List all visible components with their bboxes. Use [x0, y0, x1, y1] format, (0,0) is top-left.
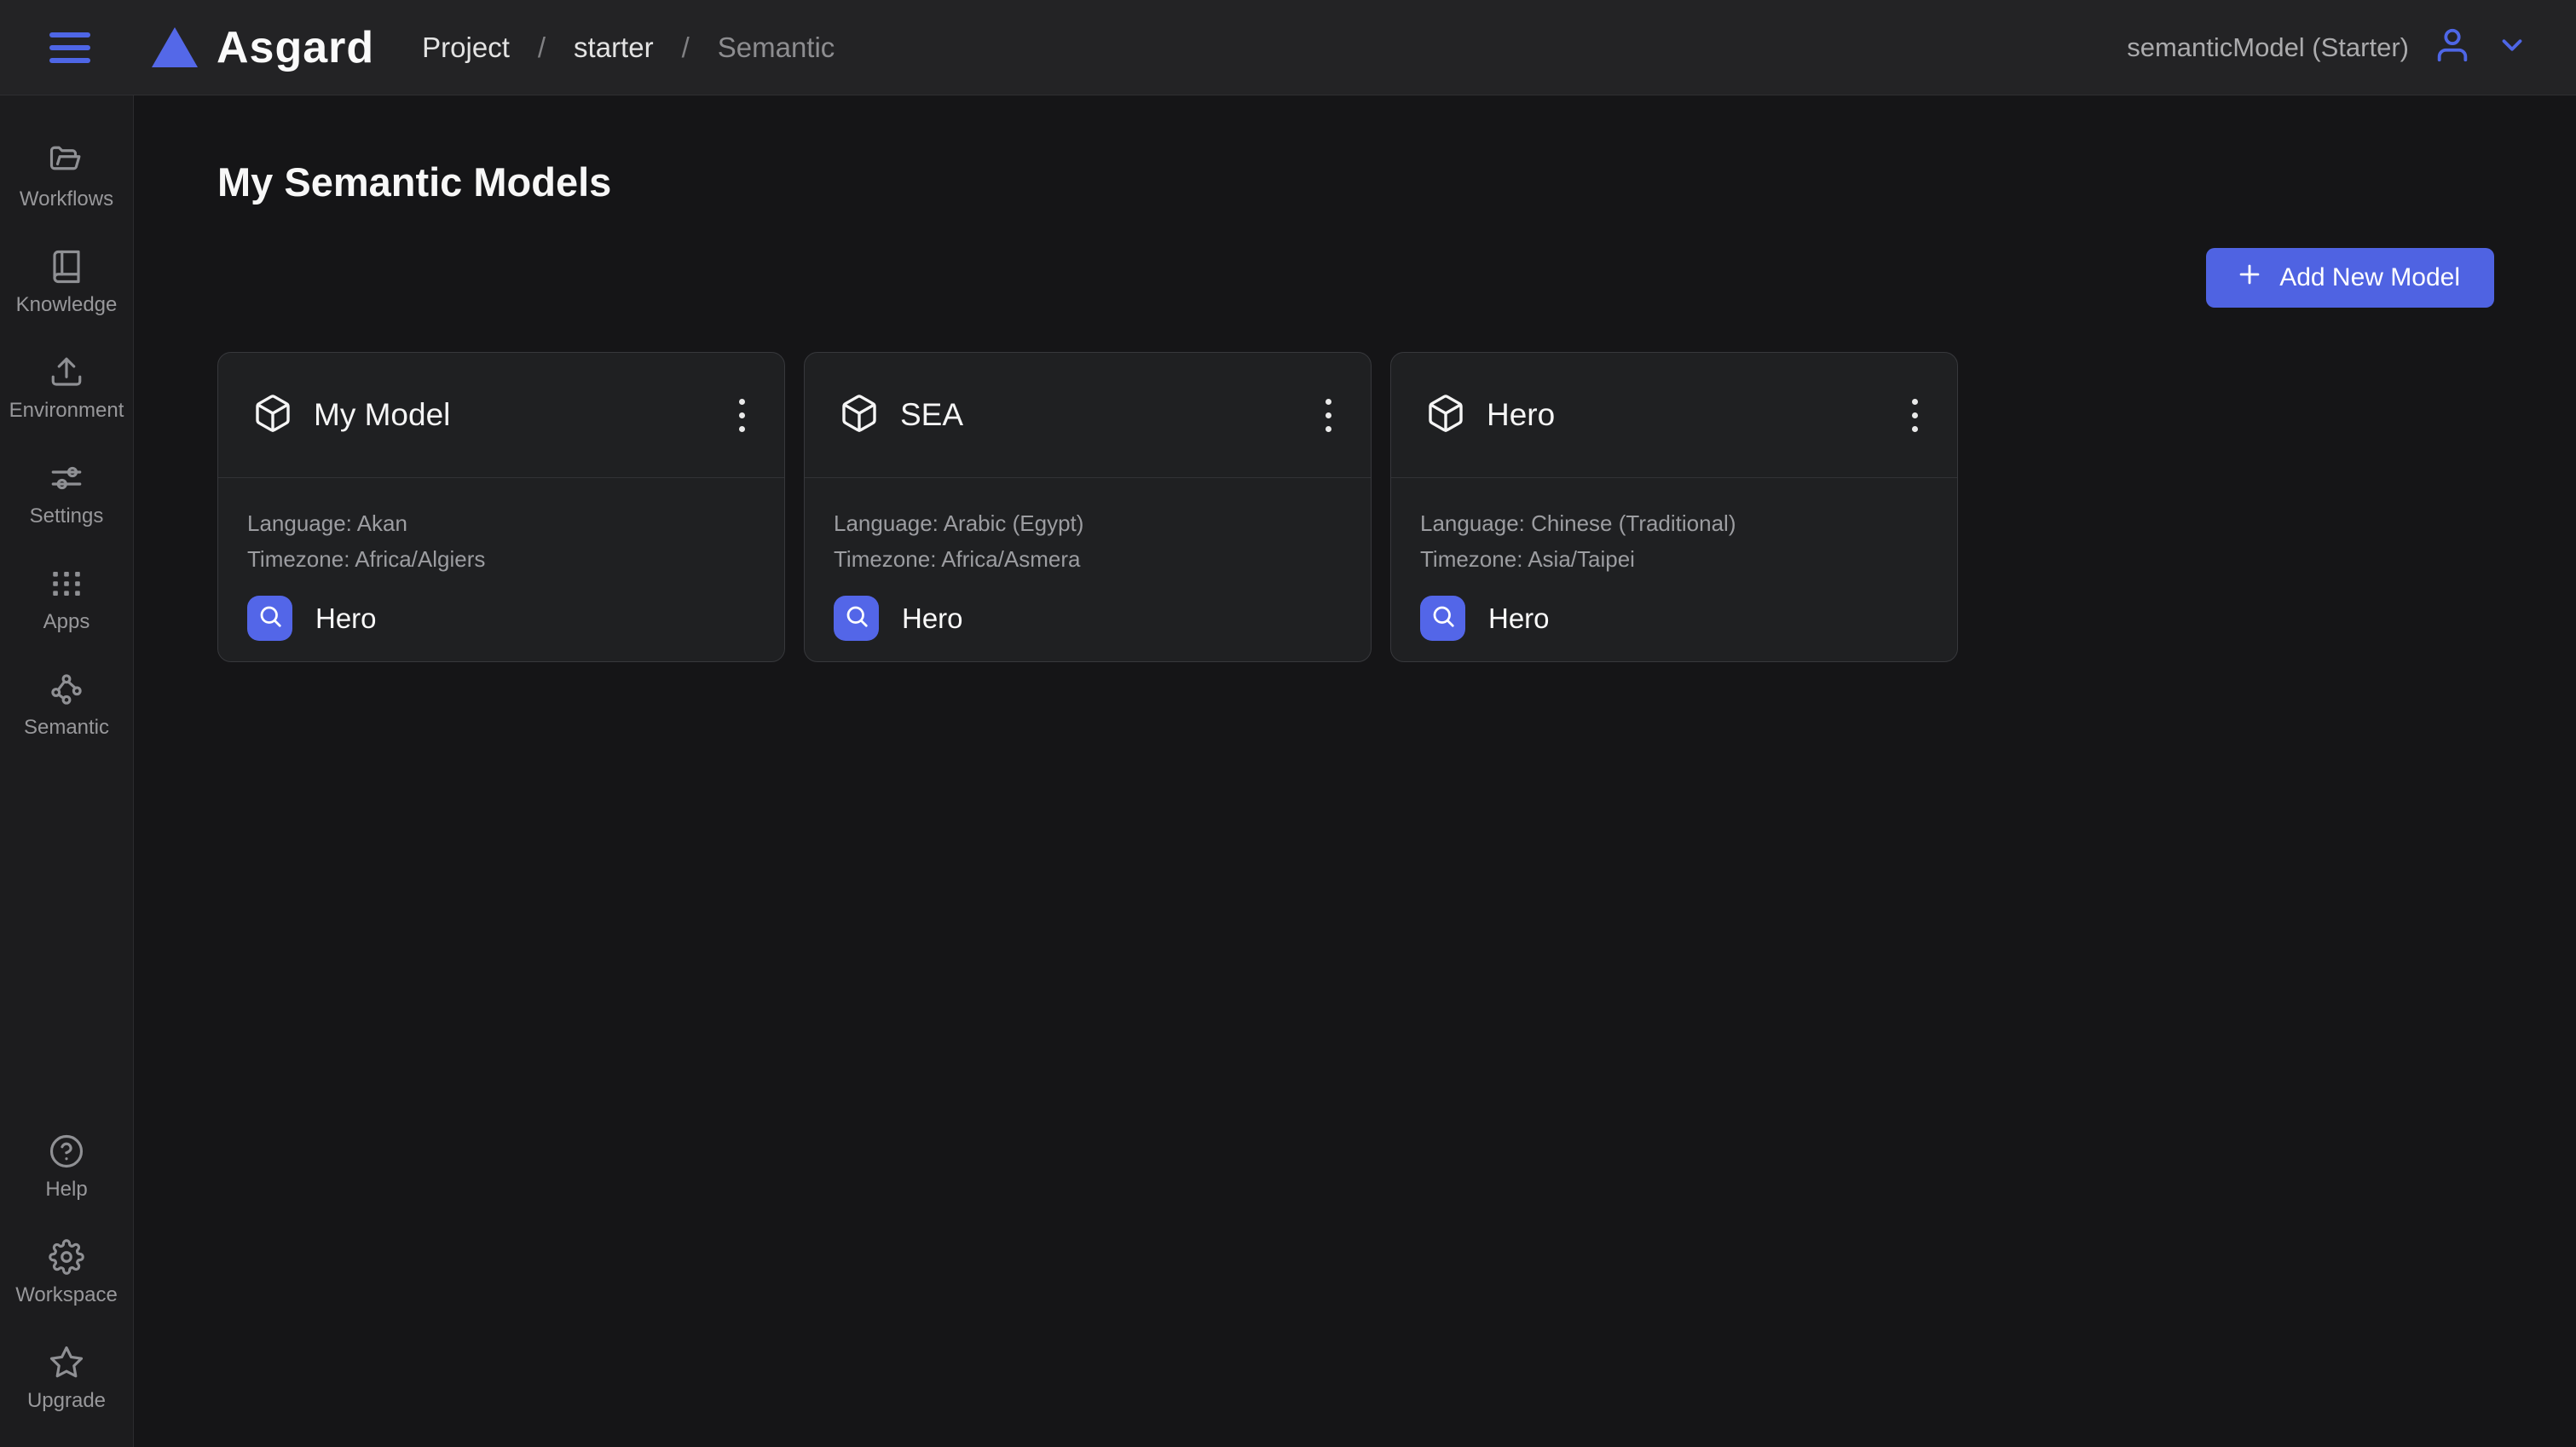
sidebar-item-semantic[interactable]: Semantic [0, 672, 133, 740]
user-icon[interactable] [2433, 26, 2472, 69]
sidebar-item-upgrade[interactable]: Upgrade [0, 1345, 133, 1413]
breadcrumb-project[interactable]: Project [422, 32, 510, 64]
model-badge-label: Hero [1488, 602, 1550, 635]
search-badge[interactable] [834, 596, 879, 641]
cube-icon [252, 393, 293, 438]
model-language: Language: Chinese (Traditional) [1420, 512, 1926, 534]
search-icon [1430, 603, 1456, 633]
model-cards-row: My Model Language: Akan Timezone: Africa… [217, 352, 2494, 662]
model-badge-row: Hero [1420, 596, 1926, 641]
sidebar-item-help[interactable]: Help [0, 1133, 133, 1202]
page-title: My Semantic Models [217, 159, 2494, 205]
star-icon [49, 1345, 84, 1381]
add-new-model-label: Add New Model [2279, 263, 2460, 292]
account-label: semanticModel (Starter) [2127, 32, 2409, 63]
menu-hamburger-icon[interactable] [49, 32, 90, 63]
search-badge[interactable] [247, 596, 292, 641]
model-badge-row: Hero [834, 596, 1340, 641]
model-card[interactable]: Hero Language: Chinese (Traditional) Tim… [1390, 352, 1958, 662]
add-new-model-button[interactable]: Add New Model [2206, 248, 2494, 308]
graph-nodes-icon [49, 672, 84, 707]
search-icon [257, 603, 283, 633]
main-content: My Semantic Models Add New Model [134, 95, 2576, 1447]
app-root: Asgard Project / starter / Semantic sema… [0, 0, 2576, 1447]
brand-title: Asgard [217, 22, 374, 73]
model-card-body: Language: Chinese (Traditional) Timezone… [1391, 478, 1957, 641]
model-badge-label: Hero [315, 602, 377, 635]
sidebar-item-settings[interactable]: Settings [0, 460, 133, 528]
sidebar-item-label: Help [45, 1178, 87, 1202]
model-card-header: My Model [218, 353, 784, 478]
plus-icon [2235, 260, 2264, 296]
sliders-icon [49, 460, 84, 496]
breadcrumb-separator: / [682, 32, 690, 64]
topbar: Asgard Project / starter / Semantic sema… [0, 0, 2576, 95]
model-card-title: Hero [1487, 397, 1555, 433]
sidebar-item-label: Apps [43, 610, 90, 634]
sidebar-item-apps[interactable]: Apps [0, 566, 133, 634]
model-card-header: Hero [1391, 353, 1957, 478]
chevron-down-icon[interactable] [2496, 29, 2528, 66]
sidebar-item-label: Environment [9, 399, 124, 423]
sidebar-item-label: Workflows [20, 187, 113, 211]
model-card[interactable]: My Model Language: Akan Timezone: Africa… [217, 352, 785, 662]
model-card-title: SEA [900, 397, 963, 433]
sidebar-item-label: Upgrade [27, 1389, 106, 1413]
model-card-header: SEA [805, 353, 1371, 478]
kebab-menu-icon[interactable] [731, 390, 754, 441]
gear-icon [49, 1239, 84, 1275]
cube-icon [1425, 393, 1466, 438]
topbar-account-area: semanticModel (Starter) [2127, 26, 2528, 69]
breadcrumb-separator: / [538, 32, 546, 64]
sidebar-item-knowledge[interactable]: Knowledge [0, 249, 133, 317]
model-language: Language: Akan [247, 512, 754, 534]
sidebar-item-environment[interactable]: Environment [0, 355, 133, 423]
grid-dots-icon [49, 566, 84, 602]
upload-icon [49, 355, 84, 390]
sidebar: Workflows Knowledge [0, 95, 134, 1447]
sidebar-item-label: Semantic [24, 716, 109, 740]
model-badge-row: Hero [247, 596, 754, 641]
model-timezone: Timezone: Africa/Algiers [247, 548, 754, 570]
actions-row: Add New Model [217, 248, 2494, 308]
sidebar-item-workspace[interactable]: Workspace [0, 1239, 133, 1307]
model-card[interactable]: SEA Language: Arabic (Egypt) Timezone: A… [804, 352, 1372, 662]
cube-icon [839, 393, 880, 438]
search-icon [844, 603, 869, 633]
sidebar-item-label: Settings [30, 504, 104, 528]
breadcrumb-starter[interactable]: starter [574, 32, 654, 64]
model-card-title: My Model [314, 397, 450, 433]
brand-triangle-logo-icon [152, 27, 198, 67]
breadcrumb-semantic: Semantic [718, 32, 835, 64]
sidebar-item-label: Workspace [15, 1283, 118, 1307]
model-badge-label: Hero [902, 602, 963, 635]
search-badge[interactable] [1420, 596, 1465, 641]
kebab-menu-icon[interactable] [1317, 390, 1340, 441]
model-card-body: Language: Akan Timezone: Africa/Algiers [218, 478, 784, 641]
sidebar-item-workflows[interactable]: Workflows [0, 143, 133, 211]
breadcrumb: Project / starter / Semantic [422, 32, 835, 64]
book-icon [49, 249, 84, 285]
kebab-menu-icon[interactable] [1903, 390, 1926, 441]
model-language: Language: Arabic (Egypt) [834, 512, 1340, 534]
model-timezone: Timezone: Africa/Asmera [834, 548, 1340, 570]
help-circle-icon [49, 1133, 84, 1169]
folder-open-icon [49, 143, 84, 179]
model-card-body: Language: Arabic (Egypt) Timezone: Afric… [805, 478, 1371, 641]
model-timezone: Timezone: Asia/Taipei [1420, 548, 1926, 570]
sidebar-item-label: Knowledge [16, 293, 118, 317]
